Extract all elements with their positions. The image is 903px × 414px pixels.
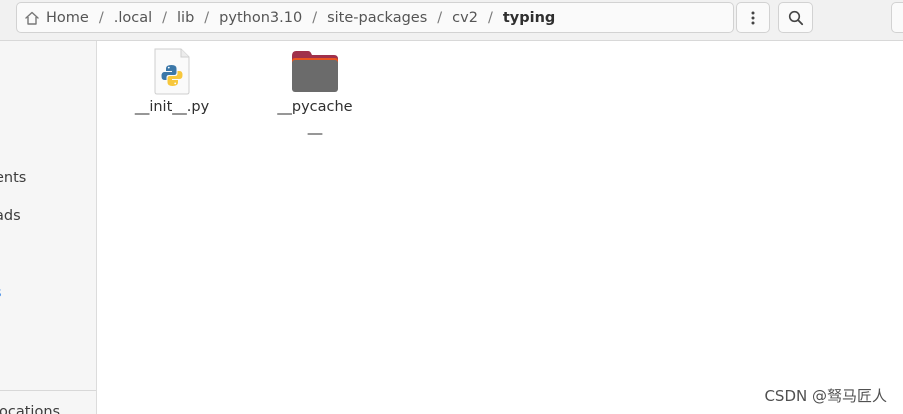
file-view: __init__.py __pycache__ CSDN @驽马匠人 [97, 41, 903, 414]
sidebar-item-downloads[interactable]: ads [0, 207, 21, 225]
breadcrumb-home[interactable]: Home [24, 10, 89, 26]
path-bar: Home / .local / lib / python3.10 / site-… [16, 2, 734, 33]
view-toggle-button[interactable] [891, 2, 903, 33]
path-menu-button[interactable] [736, 2, 770, 33]
file-name: __init__.py [134, 99, 210, 115]
sidebar-item-other-locations[interactable]: ocations [0, 403, 60, 414]
breadcrumb-separator: / [487, 9, 493, 26]
breadcrumb-typing[interactable]: typing [503, 10, 555, 26]
header-bar: Home / .local / lib / python3.10 / site-… [0, 0, 903, 41]
sidebar-item-recent[interactable]: ents [0, 169, 26, 187]
breadcrumb-separator: / [437, 9, 443, 26]
breadcrumb-separator: / [312, 9, 318, 26]
breadcrumb-local[interactable]: .local [114, 10, 152, 26]
sidebar-item-videos[interactable]: s [0, 284, 2, 302]
breadcrumb-lib[interactable]: lib [177, 10, 194, 26]
file-name: __pycache__ [277, 99, 353, 135]
sidebar-divider [0, 390, 96, 391]
folder-icon [292, 51, 338, 92]
search-icon [788, 10, 803, 25]
sidebar: ents ads s ocations [0, 41, 97, 414]
breadcrumb-label: Home [46, 9, 89, 26]
breadcrumb-separator: / [162, 9, 168, 26]
vertical-ellipsis-icon [751, 11, 755, 24]
python-file-icon [154, 48, 190, 95]
search-button[interactable] [778, 2, 813, 33]
breadcrumb-separator: / [204, 9, 210, 26]
folder-item[interactable]: __pycache__ [260, 47, 370, 137]
breadcrumb-site-packages[interactable]: site-packages [327, 10, 427, 26]
breadcrumb-separator: / [98, 9, 104, 26]
file-item[interactable]: __init__.py [117, 47, 227, 117]
breadcrumb-python[interactable]: python3.10 [219, 10, 302, 26]
breadcrumb-cv2[interactable]: cv2 [452, 10, 478, 26]
home-icon [25, 11, 39, 25]
watermark: CSDN @驽马匠人 [764, 387, 887, 405]
